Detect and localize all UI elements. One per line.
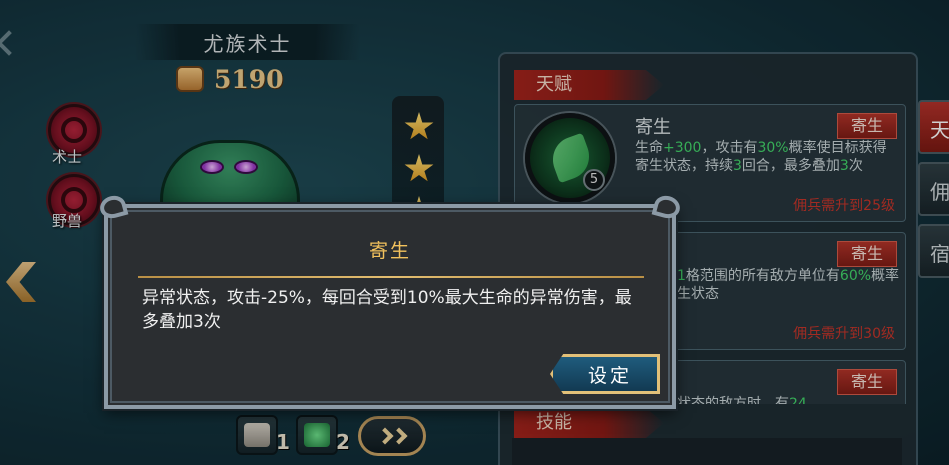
status-info-dialog: 寄生 异常状态，攻击-25%，每回合受到10%最大生命的异常伤害，最多叠加3次 … <box>97 193 683 409</box>
dialog-body: 异常状态，攻击-25%，每回合受到10%最大生命的异常伤害，最多叠加3次 <box>142 288 632 332</box>
dialog-divider <box>138 276 644 278</box>
confirm-button[interactable]: 设定 <box>550 354 660 394</box>
dialog-title: 寄生 <box>368 240 411 262</box>
